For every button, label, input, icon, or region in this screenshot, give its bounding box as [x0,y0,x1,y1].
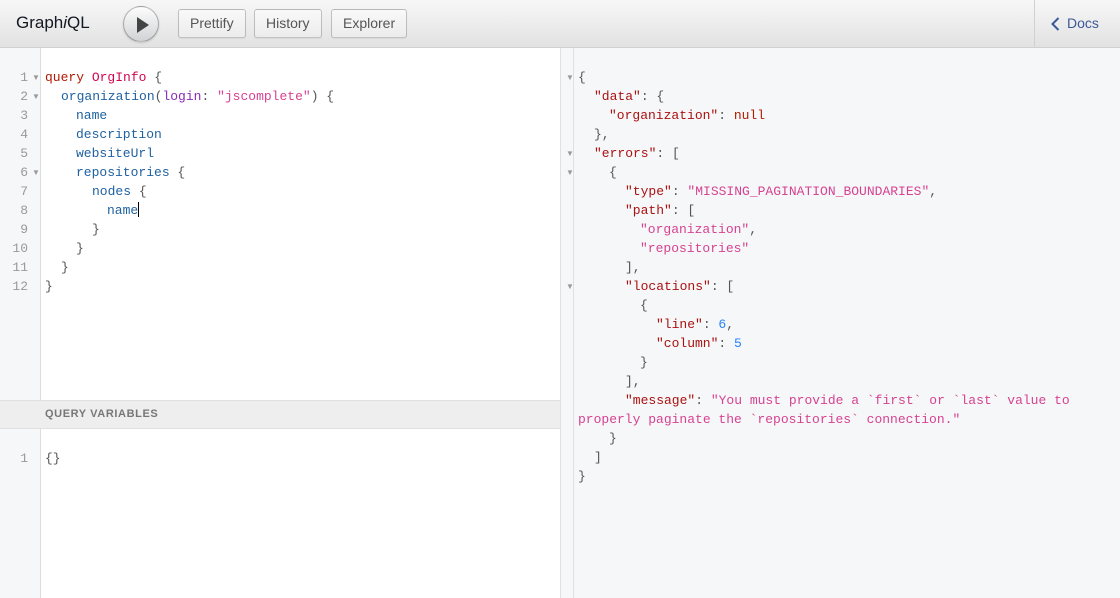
result-viewer: ▼ ▼ ▼ ▼ { "data": { "organization": null… [566,48,1120,598]
code-line: } [578,469,586,484]
code-line: "locations": [ [625,279,735,294]
explorer-button[interactable]: Explorer [331,9,408,38]
fold-toggle-icon[interactable]: ▼ [566,163,574,182]
code-line: "errors": [ [594,146,680,161]
fold-toggle-icon[interactable]: ▼ [566,144,574,163]
fold-toggle-icon[interactable]: ▼ [32,163,40,182]
chevron-left-icon [1051,17,1060,31]
code-line: } [45,279,53,294]
prettify-button[interactable]: Prettify [178,9,246,38]
query-editor[interactable]: 1 2 3 4 5 6 7 8 9 10 11 12 ▼ ▼ ▼ query O… [0,48,561,400]
code-line: } [92,222,100,237]
code-line: organization(login: "jscomplete") { [61,89,335,104]
code-line: } [640,355,648,370]
code-line: } [61,260,69,275]
fold-toggle-icon[interactable]: ▼ [566,277,574,296]
code-line: nodes { [92,184,147,199]
query-variables-header[interactable]: QUERY VARIABLES [0,400,561,429]
code-line: "data": { [594,89,665,104]
code-line: "message": "You must provide a `first` o… [625,393,1070,408]
query-variables-editor[interactable]: 1 {} [0,429,561,598]
code-line: name [76,108,108,123]
code-line: repositories { [76,165,186,180]
code-line: "repositories" [640,241,750,256]
fold-toggle-icon[interactable]: ▼ [32,68,40,87]
code-line: "organization", [640,222,758,237]
code-line: name [107,202,140,218]
text-cursor [138,202,140,217]
code-line: ], [625,260,641,275]
code-line: { [640,298,648,313]
code-line: {} [45,451,61,466]
code-line: "line": 6, [656,317,735,332]
toolbar: GraphiQL Prettify History Explorer Docs [0,0,1120,48]
code-line: } [76,241,84,256]
fold-toggle-icon[interactable]: ▼ [32,87,40,106]
code-line: websiteUrl [76,146,155,161]
code-line: { [609,165,617,180]
code-line: }, [594,127,610,142]
execute-query-button[interactable] [123,6,159,42]
code-line: description [76,127,162,142]
code-line: { [578,70,586,85]
pane-divider[interactable] [560,48,574,598]
code-line: ] [594,450,602,465]
history-button[interactable]: History [254,9,322,38]
code-line: "type": "MISSING_PAGINATION_BOUNDARIES", [625,184,938,199]
code-line: } [609,431,617,446]
code-line: "column": 5 [656,336,742,351]
fold-toggle-icon[interactable]: ▼ [566,68,574,87]
play-icon [137,17,149,33]
code-line: properly paginate the `repositories` con… [578,412,961,427]
code-line: query OrgInfo { [45,70,163,85]
code-line: "organization": null [609,108,766,123]
docs-button[interactable]: Docs [1034,0,1120,47]
code-line: ], [625,374,641,389]
code-line: "path": [ [625,203,696,218]
graphiql-logo: GraphiQL [16,13,90,32]
docs-label: Docs [1067,15,1099,31]
